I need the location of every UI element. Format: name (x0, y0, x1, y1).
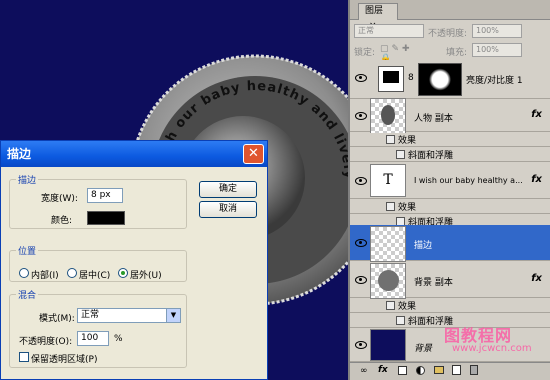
eye-icon[interactable] (355, 276, 367, 284)
stroke-group-title: 描边 (16, 173, 39, 186)
fx-icon[interactable]: fx (531, 273, 542, 284)
layer-row[interactable]: 8 亮度/对比度 1 (350, 60, 550, 99)
layer-name: 描边 (414, 241, 433, 251)
folder-icon[interactable] (434, 366, 444, 374)
trash-icon[interactable] (470, 365, 478, 375)
blend-mode-select[interactable]: 正常 (354, 24, 424, 38)
effects-label: 效果 (386, 133, 416, 146)
layer-name: 人物 副本 (414, 114, 453, 124)
blend-group-title: 混合 (16, 288, 39, 301)
eye-icon[interactable] (355, 177, 367, 185)
layer-name: I wish our baby healthy a... (414, 176, 523, 185)
layer-opacity-input[interactable]: 100% (472, 24, 522, 38)
layer-name: 背景 副本 (414, 278, 453, 288)
layer-mask-thumbnail (418, 63, 462, 96)
tab-layers[interactable]: 图层 × (358, 3, 398, 31)
radio-outside-label: 居外(U) (130, 271, 162, 281)
effect-eye-icon[interactable] (386, 135, 395, 144)
eye-icon[interactable] (355, 74, 367, 82)
radio-inside-label: 内部(I) (31, 271, 59, 281)
fx-icon[interactable]: fx (531, 109, 542, 120)
effects-label: 效果 (386, 299, 416, 312)
effect-eye-icon[interactable] (386, 202, 395, 211)
text-layer-thumbnail: T (370, 164, 406, 197)
effects-label: 效果 (386, 200, 416, 213)
close-icon[interactable]: ✕ (243, 144, 264, 164)
eye-icon[interactable] (355, 112, 367, 120)
effect-label: 斜面和浮雕 (396, 148, 453, 161)
layer-name: 背景 (414, 344, 433, 354)
add-mask-icon[interactable] (398, 366, 407, 375)
link-layers-icon[interactable]: ∞ (360, 366, 368, 376)
opacity-label: 不透明度(O): (19, 337, 73, 347)
fill-label: 填充: (446, 48, 468, 58)
effect-eye-icon[interactable] (396, 150, 405, 159)
panel-bottom-toolbar: ∞ fx (350, 362, 550, 380)
layer-thumbnail (370, 98, 406, 134)
effect-row[interactable]: 斜面和浮雕 (350, 148, 550, 162)
layer-row[interactable]: T I wish our baby healthy a... fx (350, 163, 550, 199)
adjustment-layer-icon[interactable] (416, 366, 425, 375)
radio-center[interactable] (67, 268, 77, 278)
preserve-transparency-checkbox[interactable] (19, 352, 29, 362)
layer-row-selected[interactable]: 描边 (350, 225, 550, 262)
layer-opacity-label: 不透明度: (428, 29, 468, 39)
width-input[interactable]: 8 px (87, 188, 123, 203)
layer-thumbnail (370, 226, 406, 262)
mode-select[interactable]: 正常 ▼ (77, 308, 181, 323)
layer-row[interactable]: 人物 副本 fx (350, 98, 550, 134)
color-swatch[interactable] (87, 211, 125, 225)
eye-icon[interactable] (355, 341, 367, 349)
stroke-dialog: 描边 ✕ 描边 宽度(W): 8 px 颜色: 确定 取消 位置 内部(I) 居… (0, 140, 268, 380)
eye-icon[interactable] (355, 239, 367, 247)
opacity-unit: % (114, 334, 123, 344)
chevron-down-icon[interactable]: ▼ (166, 309, 180, 322)
add-style-icon[interactable]: fx (378, 365, 388, 375)
radio-outside[interactable] (118, 268, 128, 278)
adjustment-icon (378, 66, 404, 92)
effects-row[interactable]: 效果 (350, 133, 550, 147)
mode-value: 正常 (81, 310, 100, 320)
mode-label: 模式(M): (39, 314, 75, 324)
layer-name: 亮度/对比度 1 (466, 76, 523, 86)
opacity-input[interactable]: 100 (77, 331, 109, 346)
effects-row[interactable]: 效果 (350, 299, 550, 313)
new-layer-icon[interactable] (452, 365, 461, 375)
effect-eye-icon[interactable] (396, 316, 405, 325)
panel-tab-bar: 图层 × (350, 0, 550, 31)
position-group-title: 位置 (16, 244, 39, 257)
width-label: 宽度(W): (41, 194, 78, 204)
radio-inside[interactable] (19, 268, 29, 278)
layer-thumbnail (370, 263, 406, 299)
lock-label: 锁定: (354, 48, 376, 58)
watermark-url: www.jcwcn.com (452, 343, 532, 354)
layer-row[interactable]: 背景 副本 fx (350, 262, 550, 299)
radio-center-label: 居中(C) (79, 271, 111, 281)
layer-thumbnail (370, 329, 406, 361)
dialog-title: 描边 (1, 141, 267, 167)
fill-input[interactable]: 100% (472, 43, 522, 57)
ok-button[interactable]: 确定 (199, 181, 257, 198)
lock-icons[interactable]: ▢✎✚🔒 (380, 44, 420, 64)
tab-layers-label: 图层 (365, 6, 384, 16)
effect-eye-icon[interactable] (386, 301, 395, 310)
color-label: 颜色: (51, 216, 73, 226)
fx-icon[interactable]: fx (531, 174, 542, 185)
link-icon: 8 (408, 73, 414, 83)
effects-row[interactable]: 效果 (350, 200, 550, 214)
preserve-transparency-label: 保留透明区域(P) (31, 355, 98, 365)
cancel-button[interactable]: 取消 (199, 201, 257, 218)
